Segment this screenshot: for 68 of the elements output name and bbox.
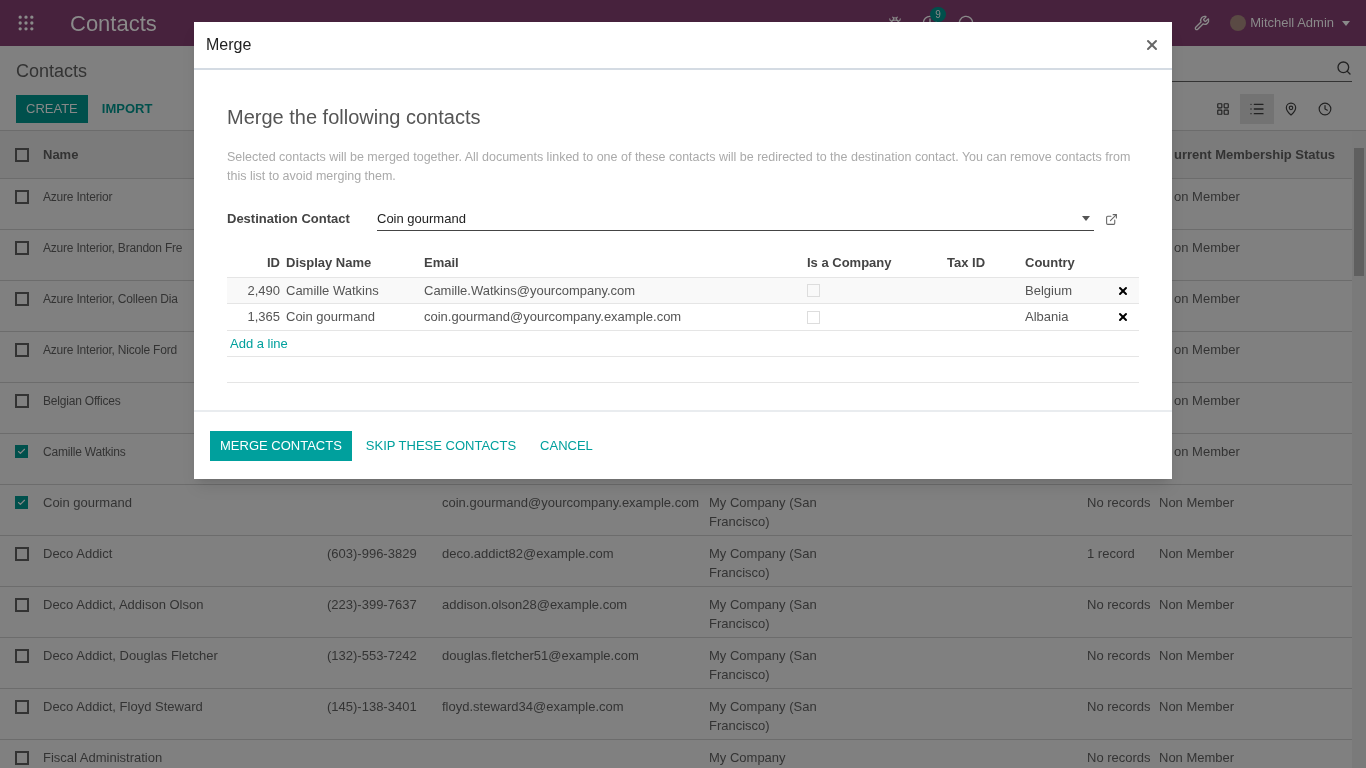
field-label: Destination Contact [227,210,351,229]
column-header: Name [43,145,79,164]
dialog-heading: Merge the following contacts [227,105,482,130]
table-cell-text: No records [1087,596,1152,614]
table-cell-text: My Company (San Francisco) [709,596,818,633]
table-cell: Azure Interior, Colleen Dia [43,292,178,306]
table-cell: Albania [1025,309,1069,325]
table-cell: on Member [1174,189,1240,204]
table-cell: on Member [1174,342,1240,357]
table-cell: Non Member [1159,699,1235,714]
table-cell: coin.gourmand@yourcompany.example.com [442,495,700,510]
table-cell: Belgium [1025,282,1072,298]
table-cell: Non Member [1159,495,1235,510]
dialog-title: Merge [206,35,252,55]
table-cell: Coin gourmand [286,309,375,325]
table-cell: floyd.steward34@example.com [442,699,624,714]
table-cell: Deco Addict, Addison Olson [43,597,204,612]
table-cell-text: No records [1087,698,1152,716]
table-cell: Azure Interior, Nicole Ford [43,343,177,357]
table-cell: Azure Interior [43,190,113,204]
table-cell: douglas.fletcher51@example.com [442,648,639,663]
table-cell: (145)-138-3401 [327,699,417,714]
breadcrumb: Contacts [16,60,88,83]
table-cell-text: 1 record [1087,545,1136,563]
table-cell-text: No records [1087,494,1152,512]
dialog-description: Selected contacts will be merged together. All documents linked to one of these contacts will be redirected to the destination contact. You can remove contacts from this list to avoid merging them. [227,149,1132,185]
table-cell: 1,365 [247,309,280,325]
table-cell-text: My Company (San Francisco) [709,647,818,684]
table-cell-text: My Company (San Francisco) [709,494,818,531]
table-cell: Coin gourmand [43,495,132,510]
table-cell: deco.addict82@example.com [442,546,614,561]
table-cell: 2,490 [247,282,280,298]
table-cell: Deco Addict, Douglas Fletcher [43,648,218,663]
table-cell: Camille Watkins [43,445,126,459]
table-cell-text: No records [1087,647,1152,665]
table-cell: on Member [1174,393,1240,408]
column-header: Email [424,255,459,271]
table-cell-text: No records [1087,749,1152,767]
table-cell-text: My Company [709,749,787,767]
table-cell-text: My Company (San Francisco) [709,698,818,735]
table-cell: Azure Interior, Brandon Fre [43,241,183,255]
table-cell: Non Member [1159,648,1235,663]
table-cell: on Member [1174,240,1240,255]
column-header: Tax ID [947,255,986,271]
table-cell: Non Member [1159,750,1235,765]
table-cell: Camille.Watkins@yourcompany.com [424,282,636,298]
table-cell: (603)-996-3829 [327,546,417,561]
column-header: Country [1025,255,1075,271]
table-cell: Belgian Offices [43,394,121,408]
table-cell: addison.olson28@example.com [442,597,628,612]
table-cell: on Member [1174,444,1240,459]
column-header: ID [267,255,280,271]
table-cell: Camille Watkins [286,282,379,298]
column-header: Display Name [286,255,372,271]
activity-badge: 9 [930,7,946,22]
table-cell: Deco Addict, Floyd Steward [43,699,203,714]
table-cell: Fiscal Administration [43,750,163,765]
app-title: Contacts [70,9,157,38]
table-cell: Non Member [1159,597,1235,612]
table-cell: (132)-553-7242 [327,648,417,663]
table-cell: Deco Addict [43,546,113,561]
table-cell: coin.gourmand@yourcompany.example.com [424,309,682,325]
table-cell: (223)-399-7637 [327,597,417,612]
column-header: urrent Membership Status [1174,146,1336,162]
table-cell-text: My Company (San Francisco) [709,545,818,582]
table-cell: Non Member [1159,546,1235,561]
column-header: Is a Company [807,255,892,271]
table-cell: on Member [1174,291,1240,306]
